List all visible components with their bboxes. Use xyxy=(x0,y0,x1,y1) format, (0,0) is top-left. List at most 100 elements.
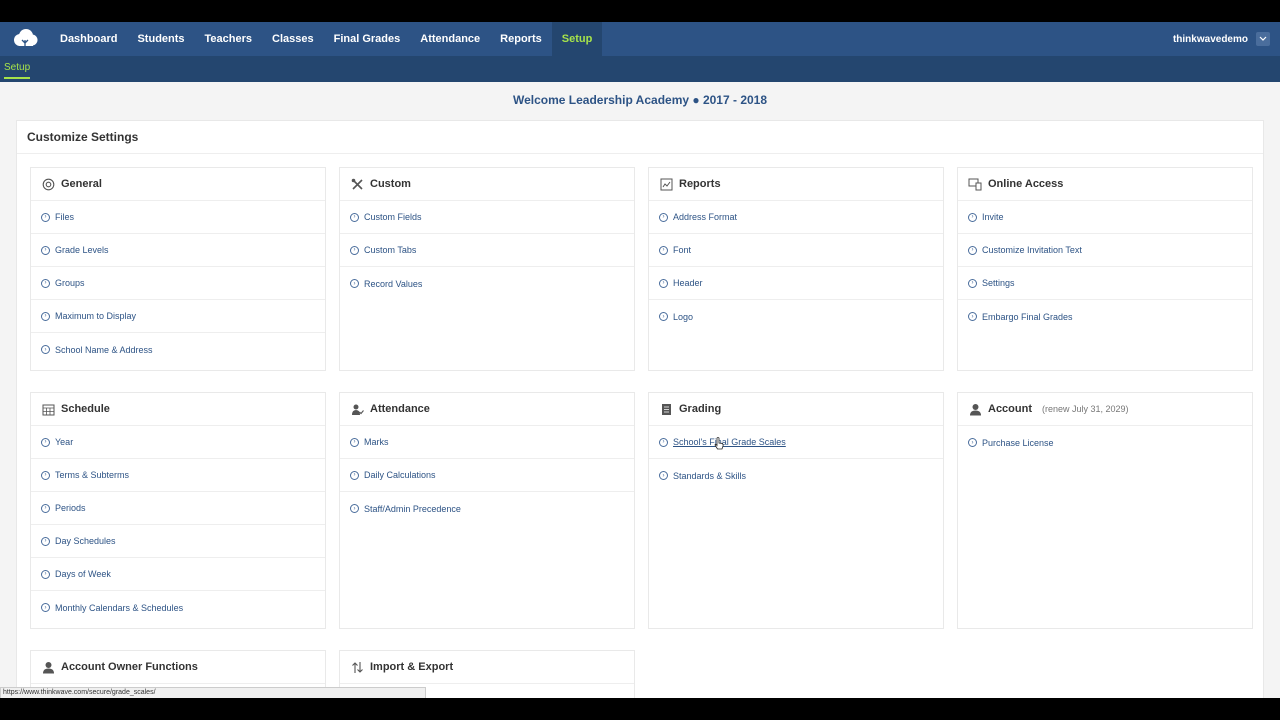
tools-icon xyxy=(350,177,364,191)
nav-dashboard[interactable]: Dashboard xyxy=(50,22,127,56)
card-general: General › Files › Grade Levels › Groups › Ma… xyxy=(30,167,326,371)
card-header: Account Owner Functions xyxy=(31,651,325,684)
nav-setup[interactable]: Setup xyxy=(551,22,603,56)
link-header[interactable]: › Header xyxy=(649,267,943,300)
link-school-name-address[interactable]: › School Name & Address xyxy=(31,333,325,366)
link-purchase-license[interactable]: › Purchase License xyxy=(958,426,1252,459)
arrow-circle-icon: › xyxy=(968,212,977,222)
link-staff-admin-precedence[interactable]: › Staff/Admin Precedence xyxy=(340,492,634,525)
card-header: Import & Export xyxy=(340,651,634,684)
link-label: Purchase License xyxy=(982,437,1054,448)
nav-teachers[interactable]: Teachers xyxy=(195,22,263,56)
chevron-down-icon[interactable] xyxy=(1256,32,1270,46)
link-label: Files xyxy=(55,212,75,222)
link-periods[interactable]: › Periods xyxy=(31,492,325,525)
arrow-circle-icon: › xyxy=(41,212,50,222)
arrow-circle-icon: › xyxy=(659,245,668,255)
arrow-circle-icon: › xyxy=(41,503,50,513)
cloud-logo-icon[interactable] xyxy=(0,22,50,56)
card-title: Schedule xyxy=(61,403,110,415)
link-label: Address Format xyxy=(673,212,738,222)
card-title: Import & Export xyxy=(370,661,454,673)
link-monthly-calendars[interactable]: › Monthly Calendars & Schedules xyxy=(31,591,325,624)
link-label: Groups xyxy=(55,278,85,288)
link-record-values[interactable]: › Record Values xyxy=(340,267,634,300)
username: thinkwavedemo xyxy=(1172,33,1248,45)
subnav-setup[interactable]: Setup xyxy=(4,62,31,79)
link-grade-levels[interactable]: › Grade Levels xyxy=(31,234,325,267)
arrow-circle-icon: › xyxy=(350,245,359,255)
card-header: Online Access xyxy=(958,168,1252,201)
arrow-circle-icon: › xyxy=(350,470,359,480)
panel-title: Customize Settings xyxy=(27,130,139,144)
link-label: Logo xyxy=(673,311,694,322)
welcome-heading: Welcome Leadership Academy ● 2017 - 2018 xyxy=(512,93,768,107)
link-groups[interactable]: › Groups xyxy=(31,267,325,300)
link-files[interactable]: › Files xyxy=(31,201,325,234)
link-settings[interactable]: › Settings xyxy=(958,267,1252,300)
link-label: Daily Calculations xyxy=(364,470,436,480)
link-custom-tabs[interactable]: › Custom Tabs xyxy=(340,234,634,267)
card-grading: Grading › School's Final Grade Scales › St… xyxy=(648,392,944,629)
renewal-note: (renew July 31, 2029) xyxy=(1042,404,1129,414)
arrow-circle-icon: › xyxy=(968,438,977,447)
link-marks[interactable]: › Marks xyxy=(340,426,634,459)
link-daily-calculations[interactable]: › Daily Calculations xyxy=(340,459,634,492)
calendar-icon xyxy=(41,402,55,416)
link-invite[interactable]: › Invite xyxy=(958,201,1252,234)
link-embargo-final-grades[interactable]: › Embargo Final Grades xyxy=(958,300,1252,333)
arrow-circle-icon: › xyxy=(659,312,668,321)
nav-attendance[interactable]: Attendance xyxy=(410,22,490,56)
card-header: Attendance xyxy=(340,393,634,426)
nav-students[interactable]: Students xyxy=(127,22,194,56)
card-title: Account xyxy=(988,403,1032,415)
link-label: Day Schedules xyxy=(55,536,116,546)
divider xyxy=(17,153,1263,154)
nav-final-grades[interactable]: Final Grades xyxy=(324,22,411,56)
card-header: Reports xyxy=(649,168,943,201)
card-title: Custom xyxy=(370,178,411,190)
card-header: General xyxy=(31,168,325,201)
arrow-circle-icon: › xyxy=(41,311,50,321)
user-menu[interactable]: thinkwavedemo xyxy=(1173,22,1270,56)
hand-cursor-icon xyxy=(714,437,724,455)
link-year[interactable]: › Year xyxy=(31,426,325,459)
arrow-circle-icon: › xyxy=(659,278,668,288)
link-label: Grade Levels xyxy=(55,245,109,255)
nav-classes[interactable]: Classes xyxy=(262,22,324,56)
card-reports: Reports › Address Format › Font › Header › L… xyxy=(648,167,944,371)
link-font[interactable]: › Font xyxy=(649,234,943,267)
arrow-circle-icon: › xyxy=(659,437,668,447)
arrow-circle-icon: › xyxy=(350,504,359,513)
link-address-format[interactable]: › Address Format xyxy=(649,201,943,234)
user-icon xyxy=(41,660,55,674)
link-logo[interactable]: › Logo xyxy=(649,300,943,333)
link-custom-fields[interactable]: › Custom Fields xyxy=(340,201,634,234)
card-online-access: Online Access › Invite › Customize Invitat… xyxy=(957,167,1253,371)
link-label: Record Values xyxy=(364,278,423,289)
link-standards-skills[interactable]: › Standards & Skills xyxy=(649,459,943,492)
card-title: Reports xyxy=(679,178,721,190)
link-label: Standards & Skills xyxy=(673,470,747,481)
link-final-grade-scales[interactable]: › School's Final Grade Scales xyxy=(649,426,943,459)
card-schedule: Schedule › Year › Terms & Subterms › Period… xyxy=(30,392,326,629)
arrow-circle-icon: › xyxy=(41,470,50,480)
arrow-circle-icon: › xyxy=(659,471,668,480)
link-terms-subterms[interactable]: › Terms & Subterms xyxy=(31,459,325,492)
card-title: Account Owner Functions xyxy=(61,661,198,673)
top-navbar: Dashboard Students Teachers Classes Fina… xyxy=(0,22,1280,56)
card-title: Grading xyxy=(679,403,722,415)
link-day-schedules[interactable]: › Day Schedules xyxy=(31,525,325,558)
card-header: Grading xyxy=(649,393,943,426)
link-label: Periods xyxy=(55,503,86,513)
link-label: Marks xyxy=(364,437,389,447)
link-label: Staff/Admin Precedence xyxy=(364,503,461,514)
nav-reports[interactable]: Reports xyxy=(490,22,552,56)
link-days-of-week[interactable]: › Days of Week xyxy=(31,558,325,591)
link-maximum-to-display[interactable]: › Maximum to Display xyxy=(31,300,325,333)
link-label: Settings xyxy=(982,278,1015,288)
sub-navbar: Setup xyxy=(0,56,1280,82)
letterbox-bottom xyxy=(0,698,1280,720)
link-customize-invitation-text[interactable]: › Customize Invitation Text xyxy=(958,234,1252,267)
user-check-icon xyxy=(350,402,364,416)
